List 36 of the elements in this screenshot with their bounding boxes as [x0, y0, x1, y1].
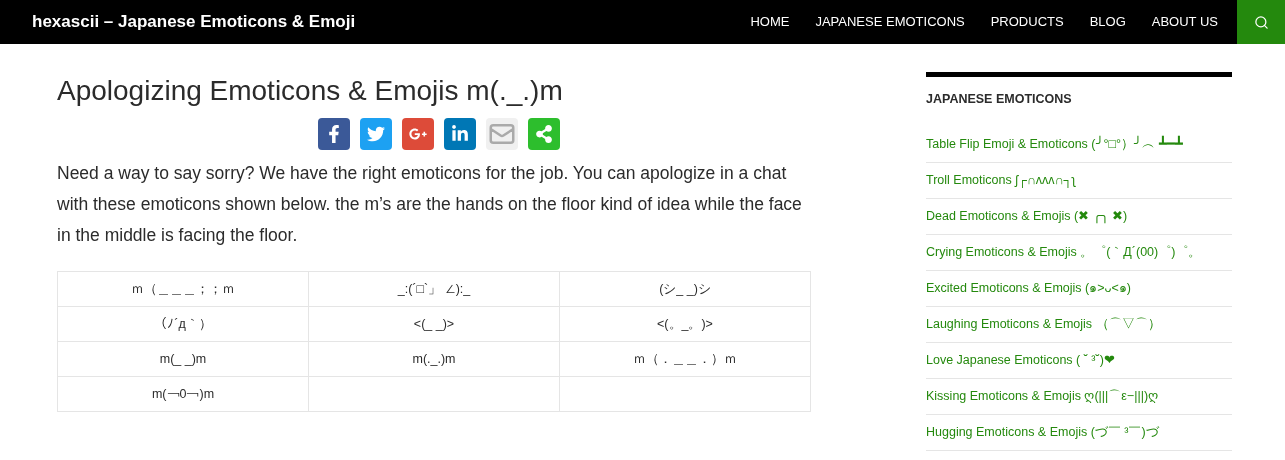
intro-paragraph: Need a way to say sorry? We have the right emoticons for the job. You can apologize in a chat with these emoticons shown below. the m’s are the hands on the floor kind of idea while the face in the middle is facing the floor. [57, 162, 803, 247]
emoticon-cell: <(。_。)> [657, 316, 713, 331]
sidebar-link[interactable]: Table Flip Emoji & Emoticons (╯°□°）╯︵ ┻━┻ [926, 134, 1183, 154]
emoticon-cell: ｍ（＿＿＿；；ｍ [131, 281, 235, 296]
sidebar-link[interactable]: Love Japanese Emoticons ( ˘ ³˘)❤ [926, 350, 1115, 370]
nav-link[interactable]: PRODUCTS [977, 12, 1077, 32]
share-icon[interactable] [528, 118, 560, 150]
email-share-icon[interactable] [486, 118, 518, 150]
emoticon-cell: m(_ _)m [159, 351, 207, 366]
sidebar-link[interactable]: Laughing Emoticons & Emojis （⌒▽⌒） [926, 314, 1161, 334]
sidebar-link[interactable]: Excited Emoticons & Emojis (๑>ᴗ<๑) [926, 278, 1131, 298]
emoticon-cell: (シ_ _)シ [659, 281, 711, 296]
nav-link[interactable]: JAPANESE EMOTICONS [802, 12, 978, 32]
google-plus-share-icon[interactable] [402, 118, 434, 150]
search-icon [1253, 14, 1269, 30]
sidebar-link[interactable]: Hugging Emoticons & Emojis (づ￣ ³￣)づ [926, 422, 1159, 442]
emoticon-cell: m(._.)m [412, 351, 456, 366]
sidebar-link[interactable]: Crying Emoticons & Emojis 。゜(｀Д´(00)゜)゜。 [926, 242, 1202, 262]
twitter-share-icon[interactable] [360, 118, 392, 150]
nav-link[interactable]: ABOUT US [1138, 12, 1231, 32]
sidebar-heading: JAPANESE EMOTICONS [926, 91, 1073, 108]
sidebar-link[interactable]: Kissing Emoticons & Emojis ღ(|||⌒ε−|||)ღ [926, 386, 1159, 406]
sidebar-link[interactable]: Troll Emoticons ʃ┌∩ʌʌʌ∩┐ʅ [926, 170, 1076, 190]
sidebar-link[interactable]: Dead Emoticons & Emojis (✖ ╭╮ ✖) [926, 206, 1128, 226]
emoticon-cell: _:(´□`」 ∠):_ [397, 281, 471, 296]
emoticon-cell: （ﾉ´д｀） [154, 316, 212, 331]
site-title[interactable]: hexascii – Japanese Emoticons & Emoji [32, 9, 356, 35]
emoticon-cell: m(￢0￢)m [151, 386, 215, 401]
search-button[interactable] [1237, 0, 1285, 44]
linkedin-share-icon[interactable] [444, 118, 476, 150]
emoticon-cell: ｍ（．＿＿．）ｍ [633, 351, 737, 366]
nav-link[interactable]: HOME [737, 12, 803, 32]
nav-link[interactable]: BLOG [1076, 12, 1139, 32]
article-title: Apologizing Emoticons & Emojis m(._.)m [57, 74, 564, 108]
facebook-share-icon[interactable] [318, 118, 350, 150]
emoticon-cell: <(_ _)> [413, 316, 455, 331]
